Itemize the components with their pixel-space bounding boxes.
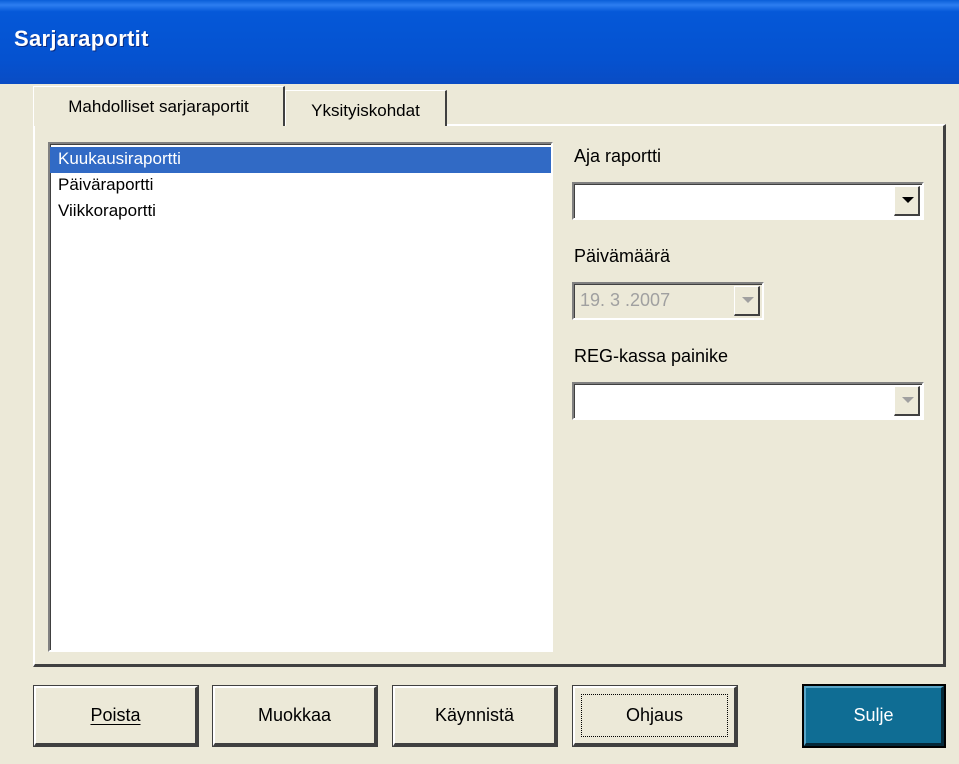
window-title: Sarjaraportit bbox=[14, 26, 149, 51]
title-bar[interactable]: Sarjaraportit bbox=[0, 0, 959, 84]
tab-yksityiskohdat[interactable]: Yksityiskohdat bbox=[285, 90, 447, 126]
reg-button-select[interactable] bbox=[572, 382, 924, 420]
list-item[interactable]: Viikkoraportti bbox=[50, 199, 551, 225]
control-button-label: Ohjaus bbox=[625, 705, 684, 725]
start-button-label: Käynnistä bbox=[434, 705, 515, 725]
close-button[interactable]: Sulje bbox=[802, 684, 946, 748]
delete-button-label: Poista bbox=[90, 705, 141, 725]
run-report-label: Aja raportti bbox=[574, 146, 662, 166]
edit-button[interactable]: Muokkaa bbox=[212, 685, 378, 747]
control-button[interactable]: Ohjaus bbox=[572, 685, 738, 747]
chevron-down-icon[interactable] bbox=[894, 186, 920, 216]
edit-button-label: Muokkaa bbox=[257, 705, 332, 725]
date-value: 19. 3 .2007 bbox=[580, 290, 671, 310]
chevron-down-icon[interactable] bbox=[894, 386, 920, 416]
date-label: Päivämäärä bbox=[574, 246, 671, 266]
report-listbox[interactable]: Kuukausiraportti Päiväraportti Viikkorap… bbox=[48, 142, 553, 652]
start-button[interactable]: Käynnistä bbox=[392, 685, 558, 747]
close-button-label: Sulje bbox=[853, 705, 894, 725]
run-report-select[interactable] bbox=[572, 182, 924, 220]
list-item[interactable]: Päiväraportti bbox=[50, 173, 551, 199]
delete-button[interactable]: Poista bbox=[33, 685, 199, 747]
tab-mahdolliset-sarjaraportit[interactable]: Mahdolliset sarjaraportit bbox=[33, 86, 285, 126]
chevron-down-icon[interactable] bbox=[734, 286, 760, 316]
date-picker[interactable]: 19. 3 .2007 bbox=[572, 282, 764, 320]
list-item[interactable]: Kuukausiraportti bbox=[50, 147, 551, 173]
reg-button-label: REG-kassa painike bbox=[574, 346, 729, 366]
